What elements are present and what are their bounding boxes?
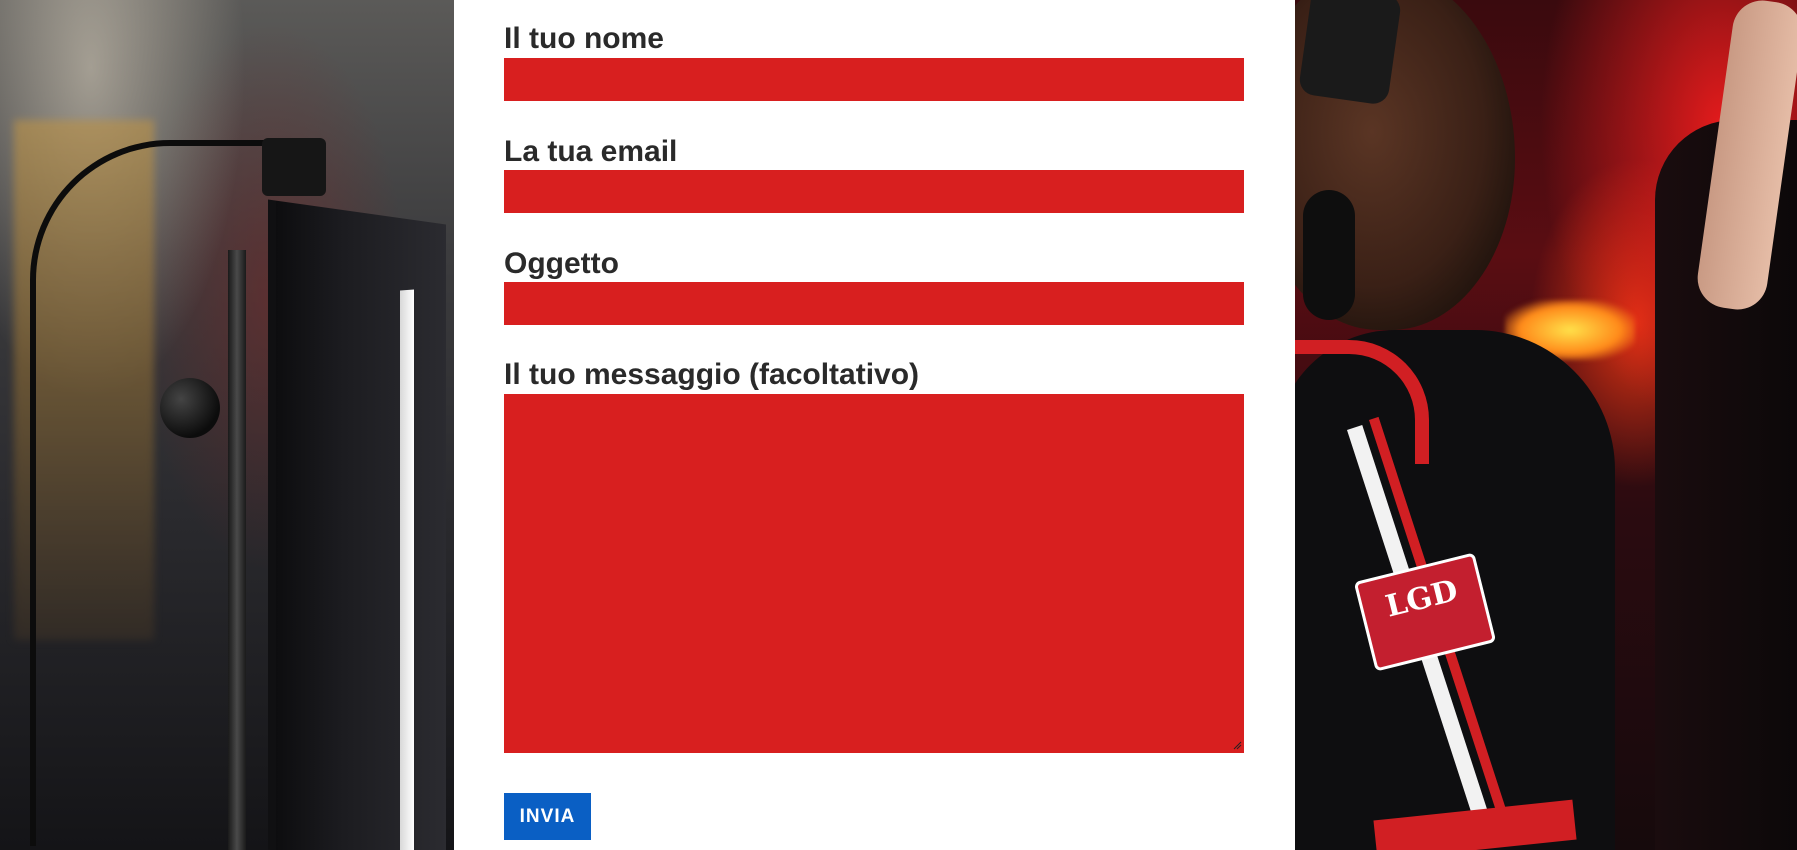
- photo-monitor-edge: [400, 289, 414, 850]
- contact-form: Il tuo nome La tua email Oggetto Il tuo …: [454, 0, 1295, 850]
- subject-field[interactable]: [504, 282, 1244, 325]
- photo-camera-stand: [228, 250, 246, 850]
- headset-icon: [1303, 190, 1355, 320]
- photo-headset-band: [1297, 0, 1403, 106]
- subject-label: Oggetto: [504, 247, 619, 280]
- message-textarea[interactable]: [504, 394, 1244, 753]
- textarea-resize-handle-icon[interactable]: [1232, 740, 1242, 750]
- message-label: Il tuo messaggio (facoltativo): [504, 358, 920, 391]
- email-label: La tua email: [504, 135, 678, 168]
- left-background-photo: [0, 0, 454, 850]
- photo-camera: [262, 138, 326, 196]
- name-label: Il tuo nome: [504, 22, 664, 55]
- submit-button[interactable]: INVIA: [504, 793, 591, 840]
- right-background-photo: LGD: [1295, 0, 1797, 850]
- photo-monitor-back: [268, 199, 446, 850]
- name-field[interactable]: [504, 58, 1244, 101]
- photo-cable: [30, 140, 306, 846]
- email-field[interactable]: [504, 170, 1244, 213]
- photo-stand-knob: [160, 378, 220, 438]
- contact-page: Il tuo nome La tua email Oggetto Il tuo …: [0, 0, 1797, 850]
